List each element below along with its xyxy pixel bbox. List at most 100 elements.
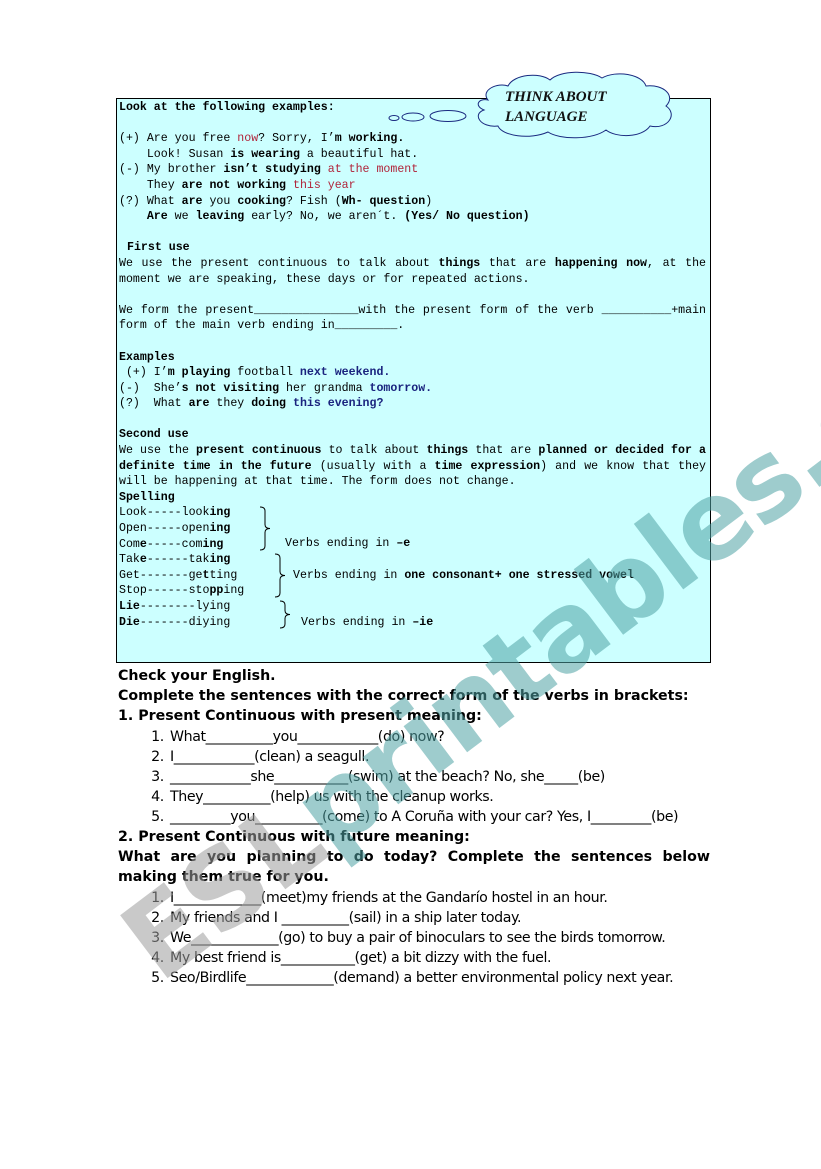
text-run: isn’t studying (223, 163, 321, 177)
text-run: Verbs ending in (293, 569, 405, 583)
examples-list: (+) Are you free now? Sorry, I’m working… (119, 131, 706, 225)
text-run: now (237, 132, 259, 146)
text-run: ing (223, 584, 245, 598)
text-run: ing (209, 553, 231, 567)
text-run: ing (209, 600, 231, 613)
section1-list: What__________you____________(do) now?I_… (118, 727, 710, 827)
text-run: s not visiting (181, 381, 280, 395)
exercise-item: I_____________(meet)my friends at the Ga… (168, 888, 710, 908)
examples2-list: (+) I’m playing football next weekend. (-… (119, 365, 706, 412)
text-run: are (188, 397, 210, 411)
example-sign (119, 210, 147, 223)
text-run: Look-----look (119, 506, 210, 520)
spelling-row: Take------taking (119, 552, 706, 568)
spelling-rule-note: Verbs ending in –ie (301, 615, 433, 631)
brace-icon (259, 506, 271, 551)
exercise-item: Seo/Birdlife_____________(demand) a bett… (168, 968, 710, 988)
text-run: ing (202, 537, 224, 551)
text-run: pp (209, 584, 224, 598)
text-run: time expression (434, 459, 541, 473)
text-run: to talk about (321, 444, 427, 458)
example-sign: (?) (119, 397, 154, 411)
section2-list: I_____________(meet)my friends at the Ga… (118, 888, 710, 988)
example2-line: (?) What are they doing this evening? (119, 396, 706, 412)
text-run: this year (292, 178, 356, 192)
text-run: ) (425, 194, 433, 208)
text-run: early? No, we aren´t. (244, 210, 405, 224)
spelling-rule-note: Verbs ending in –e (285, 536, 410, 552)
exercise-item: ____________she___________(swim) at the … (168, 767, 710, 787)
text-run: tomorrow. (369, 381, 433, 395)
cloud-title: THINK ABOUT LANGUAGE (505, 87, 607, 127)
text-run: at the moment (327, 163, 419, 177)
text-run: ing (209, 522, 231, 536)
spelling-heading: Spelling (119, 490, 175, 504)
text-run: her grandma (279, 381, 370, 395)
text-run: -----com (146, 537, 203, 551)
brace-icon (279, 600, 291, 629)
exercise-item: _________you__________(come) to A Coruña… (168, 807, 710, 827)
text-run: this evening? (292, 397, 384, 411)
spelling-row: Open-----opening (119, 521, 706, 537)
example-sign (119, 148, 147, 161)
text-run: football (230, 366, 300, 380)
text-run: are (181, 194, 203, 208)
example-line: Look! Susan is wearing a beautiful hat. (119, 147, 706, 163)
text-run: (Yes/ No question) (404, 210, 530, 224)
text-run (286, 397, 293, 410)
text-run: things (426, 444, 469, 458)
text-run: –e (396, 537, 411, 551)
text-run: Tak (119, 553, 140, 567)
example-sign: (?) (119, 194, 147, 208)
text-run: Are you free (146, 132, 238, 146)
worksheet-page: Look at the following examples: (+) Are … (0, 0, 821, 1169)
text-run: (usually with a (311, 459, 435, 473)
section2-title: 2. Present Continuous with future meanin… (118, 829, 470, 846)
spelling-row: Stop------stopping (119, 583, 706, 599)
exercise-item: They__________(help) us with the cleanup… (168, 787, 710, 807)
section1-title: 1. Present Continuous with present meani… (118, 708, 482, 725)
text-run: ? Fish ( (286, 194, 342, 208)
text-run: you (202, 194, 238, 208)
grammar-box: Look at the following examples: (+) Are … (116, 98, 711, 663)
exercise-item: What__________you____________(do) now? (168, 727, 710, 747)
spelling-row: Lie--------lying (119, 599, 706, 615)
exercise-item: We_____________(go) to buy a pair of bin… (168, 928, 710, 948)
text-run: ------tak (146, 553, 210, 567)
text-run: I’ (153, 366, 168, 380)
text-run: ing (209, 506, 231, 520)
text-run: Wh- question (341, 194, 426, 208)
text-run: Com (119, 537, 140, 551)
examples-heading: Examples (119, 350, 175, 364)
text-run: present continuous (196, 444, 322, 458)
cloud-line-1: THINK ABOUT (505, 89, 607, 105)
text-run: –ie (412, 616, 434, 630)
spelling-row: Look-----looking (119, 505, 706, 521)
exercise-item: My best friend is___________(get) a bit … (168, 948, 710, 968)
text-run: Open-----open (119, 522, 210, 536)
exercise-instruction: Complete the sentences with the correct … (118, 688, 689, 705)
text-run: they (209, 397, 252, 411)
example-sign: (+) (119, 366, 154, 380)
intro-label: Look at the following examples: (119, 101, 335, 114)
first-use-heading: First use (127, 241, 190, 255)
second-use-paragraph: We use the present continuous to talk ab… (119, 443, 706, 490)
text-run (286, 179, 293, 192)
exercises-section: Check your English. Complete the sentenc… (118, 666, 710, 988)
exercise-item: My friends and I __________(sail) in a s… (168, 908, 710, 928)
example2-line: (+) I’m playing football next weekend. (119, 365, 706, 381)
text-run: Lie (119, 600, 140, 613)
text-run: e (139, 553, 147, 567)
text-run: Verbs ending in (285, 537, 397, 551)
text-run: m playing (167, 366, 231, 380)
text-run: Look! Susan (146, 147, 231, 161)
text-run: leaving (195, 210, 245, 224)
text-run: are not working (181, 178, 287, 192)
check-heading: Check your English. (118, 668, 276, 684)
text-run: that are (480, 256, 555, 270)
text-run: doing (251, 397, 287, 411)
text-run: e (139, 537, 147, 551)
example-sign: (-) (119, 163, 147, 177)
cloud-line-2: LANGUAGE (505, 109, 588, 125)
text-run: Get-------ge (119, 568, 203, 582)
